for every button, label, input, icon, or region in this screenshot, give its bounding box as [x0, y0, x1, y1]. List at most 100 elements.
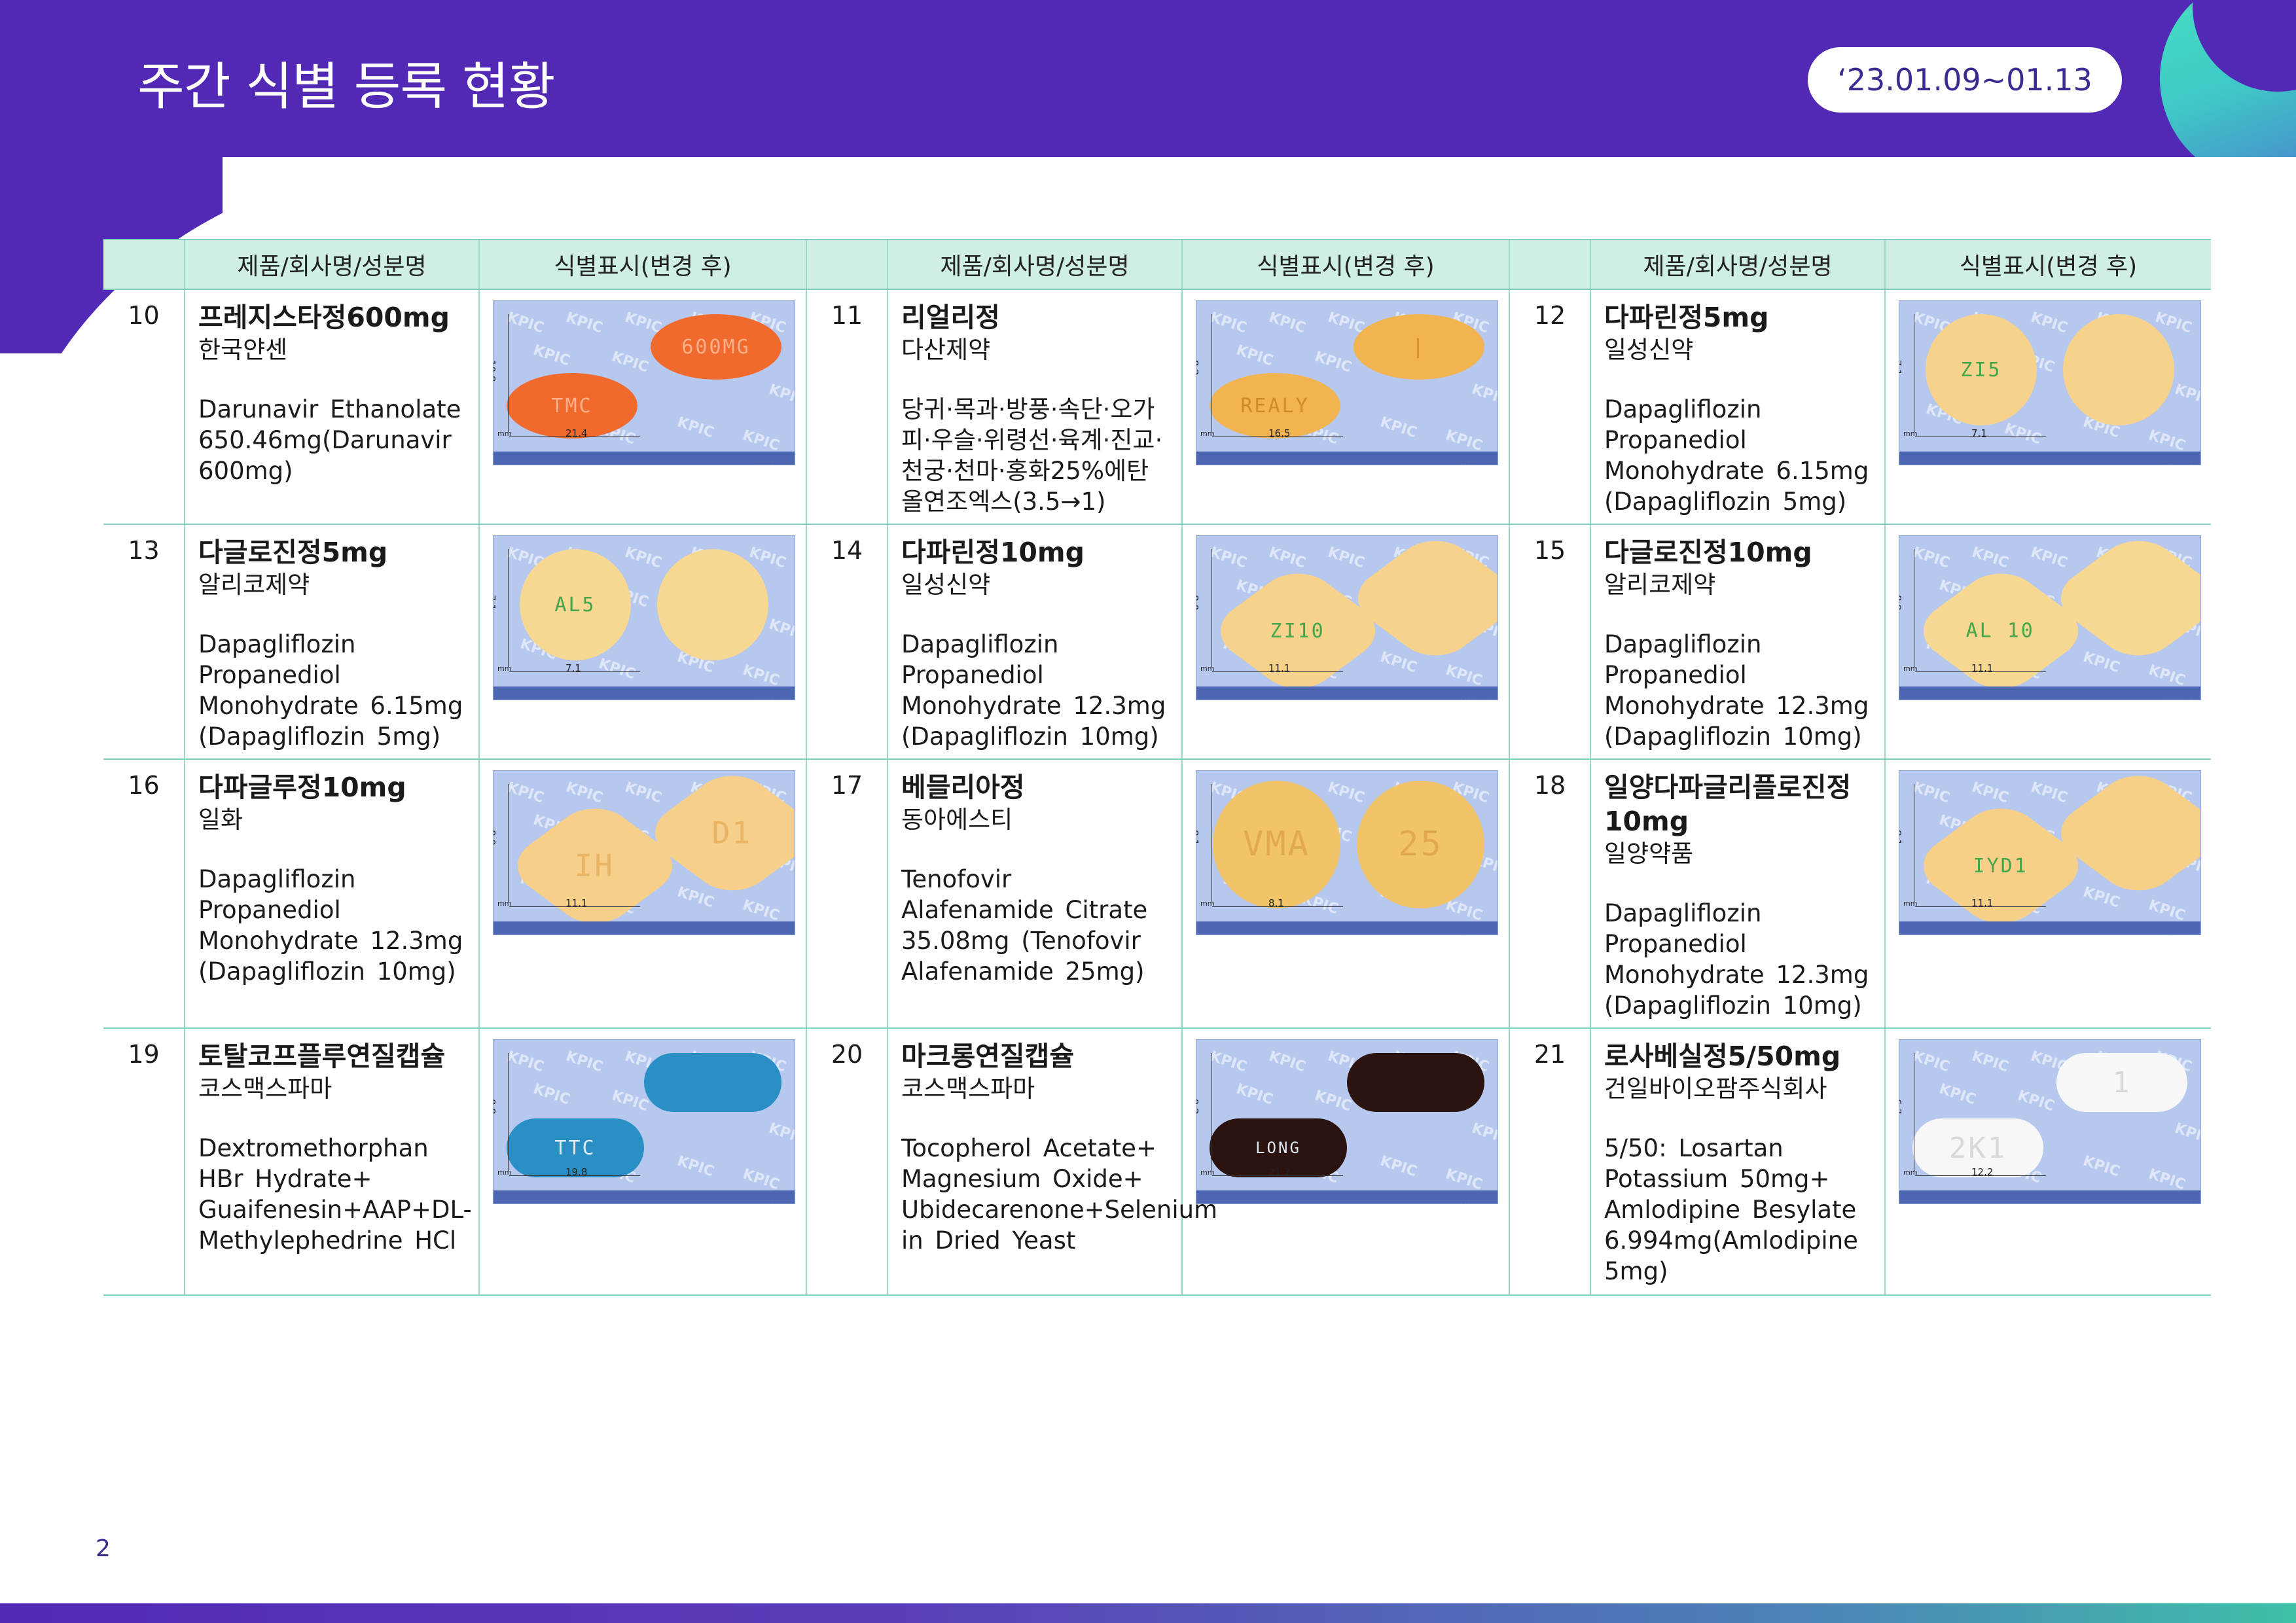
product-name: 다파글루정10mg: [198, 772, 406, 803]
image-caption-bar: 약학정보원: [1899, 921, 2200, 935]
watermark: KPIC: [1969, 1048, 2011, 1076]
pill-photo: KPICKPICKPICKPICKPICKPICKPICKPICKPICKPIC…: [1196, 1039, 1498, 1204]
product-name: 다파린정10mg: [901, 537, 1085, 568]
unit-label: mm: [1903, 1168, 1918, 1177]
pill-photo: KPICKPICKPICKPICKPICKPICKPICKPICKPICKPIC…: [493, 1039, 795, 1204]
company-name: 건일바이오팜주식회사: [1604, 1075, 1827, 1103]
company-name: 코스맥스파마: [198, 1075, 332, 1103]
image-caption: 약학정보원: [753, 453, 787, 465]
watermark: KPIC: [1937, 1080, 1978, 1109]
col-header-product: 제품/회사명/성분명: [1590, 239, 1885, 290]
identifier-image-cell: KPICKPICKPICKPICKPICKPICKPICKPICKPICKPIC…: [478, 289, 806, 525]
identifier-image-cell: KPICKPICKPICKPICKPICKPICKPICKPICKPICKPIC…: [1884, 759, 2211, 1029]
ingredient-name: Tocopherol Acetate+ Magnesium Oxide+ Ubi…: [901, 1134, 1218, 1255]
watermark: KPIC: [2015, 1087, 2056, 1115]
col-header-identifier: 식별표시(변경 후): [1884, 239, 2211, 290]
back-pill-imprint: 25: [1398, 825, 1443, 864]
item-number: 17: [806, 759, 888, 1029]
product-info: 토탈코프플루연질캡슐 코스맥스파마 Dextromethorphan HBr Hyd…: [184, 1028, 479, 1296]
identifier-image-cell: KPICKPICKPICKPICKPICKPICKPICKPICKPICKPIC…: [1181, 289, 1509, 525]
height-dimension: 6.7: [1899, 1099, 1903, 1115]
product-info: 일양다파글리플로진정10mg 일양약품 Dapagliflozin Propaned…: [1590, 759, 1885, 1029]
product-info: 다글로진정5mg 알리코제약 Dapagliflozin Propanediol M…: [184, 524, 479, 760]
pill-photo: KPICKPICKPICKPICKPICKPICKPICKPICKPICKPIC…: [1899, 535, 2201, 700]
company-name: 일양약품: [1604, 840, 1694, 868]
image-caption: 약학정보원: [1456, 688, 1490, 700]
company-name: 동아에스티: [901, 806, 1013, 834]
width-dimension: 12.2: [1971, 1166, 1994, 1178]
product-name: 베믈리아정: [901, 772, 1025, 803]
width-dimension: 16.5: [1268, 427, 1291, 439]
back-pill: [644, 1053, 781, 1112]
back-pill: 600MG: [651, 314, 781, 380]
watermark: KPIC: [1469, 1120, 1498, 1148]
width-dimension: 19.8: [565, 1166, 588, 1178]
image-caption-bar: 약학정보원: [493, 921, 795, 935]
product-info: 다파글루정10mg 일화 Dapagliflozin Propanediol Mon…: [184, 759, 479, 1029]
product-info: 리얼리정 다산제약 당귀·목과·방풍·속단·오가피·우슬·위령선·육계·진교·천궁·…: [887, 289, 1182, 525]
watermark: KPIC: [531, 1080, 572, 1109]
ingredient-name: Dapagliflozin Propanediol Monohydrate 12…: [198, 865, 463, 986]
watermark: KPIC: [622, 779, 664, 807]
unit-label: mm: [497, 664, 512, 673]
table-header-row: 제품/회사명/성분명 식별표시(변경 후) 제품/회사명/성분명 식별표시(변경…: [103, 239, 2211, 290]
height-ruler: [508, 314, 509, 432]
watermark: KPIC: [766, 1120, 795, 1148]
ingredient-name: Darunavir Ethanolate 650.46mg(Darunavir …: [198, 395, 461, 485]
watermark: KPIC: [1378, 1152, 1419, 1181]
header-banner: 주간 식별 등록 현황 ‘23.01.09~01.13: [0, 0, 2296, 157]
company-name: 일성신약: [901, 571, 991, 599]
image-caption: 약학정보원: [753, 688, 787, 700]
height-dimension: 8.0: [1196, 595, 1200, 611]
watermark: KPIC: [675, 414, 716, 442]
identifier-image-cell: KPICKPICKPICKPICKPICKPICKPICKPICKPICKPIC…: [1884, 524, 2211, 760]
watermark: KPIC: [1234, 342, 1275, 370]
product-info: 로사베실정5/50mg 건일바이오팜주식회사 5/50: Losartan Pota…: [1590, 1028, 1885, 1296]
ingredient-name: Dapagliflozin Propanediol Monohydrate 12…: [1604, 630, 1869, 751]
front-pill-imprint: ZI10: [1270, 619, 1326, 643]
back-pill: [2063, 314, 2174, 425]
back-pill: |: [1354, 314, 1484, 380]
watermark: KPIC: [2028, 779, 2070, 807]
product-info: 다파린정5mg 일성신약 Dapagliflozin Propanediol Mon…: [1590, 289, 1885, 525]
col-header-number: [806, 239, 888, 290]
height-dimension: 7.1: [1899, 360, 1903, 376]
unit-label: mm: [1903, 664, 1918, 673]
front-pill-imprint: IYD1: [1973, 854, 2029, 878]
watermark: KPIC: [2002, 420, 2043, 448]
identifier-image-cell: KPICKPICKPICKPICKPICKPICKPICKPICKPICKPIC…: [478, 759, 806, 1029]
pill-photo: KPICKPICKPICKPICKPICKPICKPICKPICKPICKPIC…: [1899, 1039, 2201, 1204]
product-info: 다글로진정10mg 알리코제약 Dapagliflozin Propanediol …: [1590, 524, 1885, 760]
item-number: 21: [1509, 1028, 1590, 1296]
product-name: 다파린정5mg: [1604, 302, 1769, 333]
table-row: 16 다파글루정10mg 일화 Dapagliflozin Propanediol M…: [103, 759, 2211, 1029]
table-row: 19 토탈코프플루연질캡슐 코스맥스파마 Dextromethorphan HBr H…: [103, 1028, 2211, 1296]
item-number: 16: [103, 759, 185, 1029]
watermark: KPIC: [1469, 381, 1498, 409]
back-pill-imprint: 600MG: [681, 335, 751, 359]
item-number: 15: [1509, 524, 1590, 760]
watermark: KPIC: [1969, 544, 2011, 572]
watermark: KPIC: [1969, 779, 2011, 807]
front-pill-imprint: IH: [575, 847, 615, 883]
unit-label: mm: [1200, 899, 1215, 908]
item-number: 12: [1509, 289, 1590, 525]
unit-label: mm: [1903, 899, 1918, 908]
height-dimension: 10.8: [493, 360, 497, 382]
front-pill-imprint: ZI5: [1960, 358, 2002, 382]
watermark: KPIC: [1325, 544, 1367, 572]
height-dimension: 8.0: [1899, 595, 1903, 611]
unit-label: mm: [1200, 1168, 1215, 1177]
col-header-identifier: 식별표시(변경 후): [478, 239, 806, 290]
identifier-image-cell: KPICKPICKPICKPICKPICKPICKPICKPICKPICKPIC…: [1181, 1028, 1509, 1296]
company-name: 한국얀센: [198, 336, 288, 364]
watermark: KPIC: [2028, 309, 2070, 337]
back-pill: [657, 549, 768, 660]
table-row: 13 다글로진정5mg 알리코제약 Dapagliflozin Propanediol…: [103, 524, 2211, 760]
watermark: KPIC: [2172, 381, 2201, 409]
identifier-image-cell: KPICKPICKPICKPICKPICKPICKPICKPICKPICKPIC…: [1884, 1028, 2211, 1296]
front-pill-imprint: TMC: [551, 394, 593, 418]
height-dimension: 8.8: [493, 1099, 497, 1115]
front-pill-imprint: AL5: [554, 593, 596, 616]
pill-photo: KPICKPICKPICKPICKPICKPICKPICKPICKPICKPIC…: [1196, 300, 1498, 465]
